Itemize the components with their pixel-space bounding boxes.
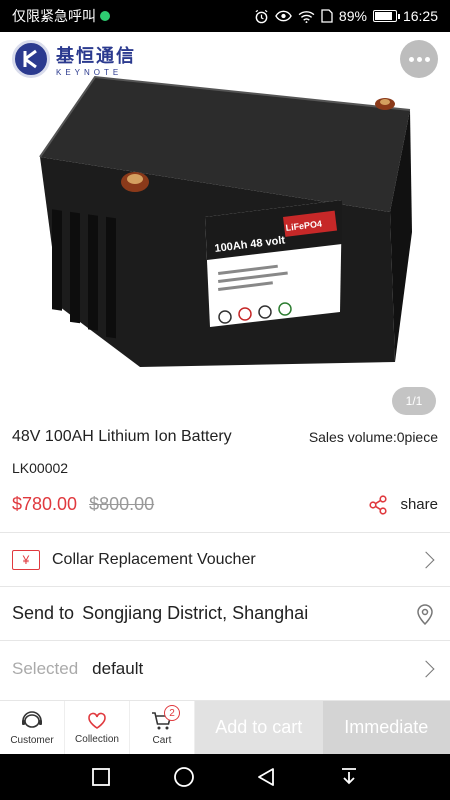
voucher-label: Collar Replacement Voucher (52, 550, 256, 568)
download-arrow-icon (341, 768, 356, 785)
bottom-action-bar: Customer Collection 2 Cart Add to cart I… (0, 700, 450, 755)
logo-icon (12, 40, 50, 78)
home-button[interactable] (164, 757, 204, 797)
image-counter: 1/1 (392, 387, 436, 415)
chevron-right-icon (417, 660, 435, 677)
more-dots-icon (408, 56, 414, 62)
add-to-cart-button[interactable]: Add to cart (195, 701, 323, 754)
customer-label: Customer (10, 734, 54, 746)
battery-percent: 89% (338, 8, 367, 24)
product-title: 48V 100AH Lithium Ion Battery (12, 428, 232, 445)
voucher-row[interactable]: ¥ Collar Replacement Voucher (0, 532, 450, 586)
selected-label: Selected (12, 658, 79, 678)
cart-count-badge: 2 (164, 705, 180, 721)
current-price: $780.00 (12, 494, 78, 514)
chevron-right-icon (417, 551, 435, 568)
clock: 16:25 (402, 8, 438, 24)
eye-icon (275, 10, 292, 22)
notification-pull-button[interactable] (329, 757, 369, 797)
location-pin-icon (417, 603, 433, 625)
buy-now-button[interactable]: Immediate (322, 701, 450, 754)
original-price: $800.00 (89, 494, 155, 514)
voucher-icon: ¥ (12, 549, 40, 570)
product-sku: LK00002 (12, 460, 69, 476)
send-to-label: Send to (12, 603, 75, 623)
logo-chinese-text: 基恒通信 (56, 45, 136, 66)
customer-service-icon (22, 710, 42, 728)
notification-dot-icon (100, 11, 110, 21)
product-gallery[interactable]: 100Ah 48 volt LiFePO4 基恒通信 KEYNOTE 1/1 (0, 32, 450, 422)
share-icon (369, 494, 388, 515)
logo-english-text: KEYNOTE (56, 67, 123, 77)
product-image: 100Ah 48 volt LiFePO4 (39, 75, 412, 367)
share-button[interactable]: share (368, 494, 438, 515)
cart-button[interactable]: 2 Cart (130, 701, 195, 755)
more-options-button[interactable] (400, 40, 438, 78)
spec-selector-row[interactable]: Selected default (0, 640, 450, 696)
back-button[interactable] (246, 757, 286, 797)
cart-label: Cart (152, 734, 172, 746)
system-navigation-bar (0, 754, 450, 800)
battery-icon (372, 10, 400, 22)
recent-apps-button[interactable] (81, 757, 121, 797)
collection-button[interactable]: Collection (65, 701, 130, 755)
alarm-icon (254, 9, 269, 24)
brand-logo: 基恒通信 KEYNOTE (12, 40, 136, 78)
selected-value: default (92, 658, 144, 678)
heart-icon (88, 712, 106, 729)
shipping-location: Songjiang District, Shanghai (82, 603, 309, 623)
collection-label: Collection (75, 733, 119, 745)
share-label: share (400, 496, 438, 513)
carrier-text: 仅限紧急呼叫 (12, 8, 96, 24)
sim-icon (321, 9, 333, 23)
wifi-icon (298, 10, 315, 23)
status-bar: 仅限紧急呼叫 89% 16:25 (0, 0, 450, 32)
square-icon (92, 768, 111, 786)
circle-icon (173, 767, 194, 787)
triangle-back-icon (258, 768, 275, 786)
shipping-row[interactable]: Send to Songjiang District, Shanghai (0, 586, 450, 640)
sales-volume: Sales volume:0piece (308, 429, 438, 445)
customer-service-button[interactable]: Customer (0, 701, 65, 755)
